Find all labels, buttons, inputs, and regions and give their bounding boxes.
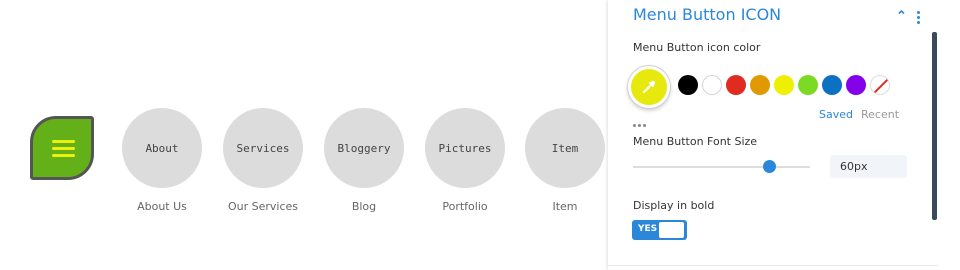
menu-preview: About About Us Services Our Services Blo… (0, 0, 608, 270)
color-swatch-yellow[interactable] (774, 75, 794, 95)
menu-item-circle[interactable]: Item (525, 108, 605, 188)
toggle-state-label: YES (638, 224, 658, 234)
color-swatch-green[interactable] (798, 75, 818, 95)
panel-scrollbar[interactable] (932, 0, 960, 270)
color-swatch-white[interactable] (702, 75, 722, 95)
menu-item-circle[interactable]: Pictures (425, 108, 505, 188)
menu-item-title: Bloggery (337, 141, 391, 155)
hamburger-icon (52, 140, 75, 157)
menu-toggle-button[interactable] (30, 116, 94, 180)
menu-item-caption: Blog (351, 200, 377, 213)
menu-item-title: Item (551, 141, 579, 155)
toggle-knob (659, 222, 684, 238)
eyedropper-icon (642, 80, 656, 94)
chevron-up-icon[interactable]: ⌃ (896, 8, 907, 24)
bold-toggle[interactable]: YES (632, 220, 687, 240)
menu-item-title: Pictures (438, 141, 492, 155)
color-swatch-black[interactable] (678, 75, 698, 95)
icon-color-label: Menu Button icon color (633, 41, 761, 54)
panel-title: Menu Button ICON (633, 5, 782, 24)
color-swatch-blue[interactable] (822, 75, 842, 95)
settings-panel: Menu Button ICON ⌃ Menu Button icon colo… (608, 0, 938, 270)
color-swatch-purple[interactable] (846, 75, 866, 95)
menu-item-circle[interactable]: Services (223, 108, 303, 188)
scrollbar-thumb[interactable] (932, 32, 937, 220)
color-swatch-red[interactable] (726, 75, 746, 95)
menu-item-caption: Our Services (227, 200, 299, 213)
font-size-slider[interactable] (633, 166, 810, 168)
menu-item-caption: Item (552, 200, 578, 213)
menu-item-caption: Portfolio (442, 200, 488, 213)
color-picker-button[interactable] (628, 66, 670, 108)
font-size-label: Menu Button Font Size (633, 135, 758, 148)
menu-item-title: Services (236, 141, 290, 155)
menu-item-circle[interactable]: About (122, 108, 202, 188)
color-swatch-orange[interactable] (750, 75, 770, 95)
menu-item-title: About (145, 141, 179, 155)
panel-divider (608, 265, 938, 266)
recent-colors-tab[interactable]: Recent (861, 108, 899, 121)
no-color-swatch[interactable] (870, 75, 890, 95)
menu-item-circle[interactable]: Bloggery (324, 108, 404, 188)
saved-colors-tab[interactable]: Saved (819, 108, 853, 121)
more-colors-icon[interactable] (633, 114, 649, 132)
more-vertical-icon[interactable] (917, 11, 920, 26)
menu-item-caption: About Us (137, 200, 187, 213)
font-size-slider-handle[interactable] (762, 160, 776, 173)
font-size-input[interactable] (830, 155, 907, 178)
bold-label: Display in bold (633, 199, 715, 212)
